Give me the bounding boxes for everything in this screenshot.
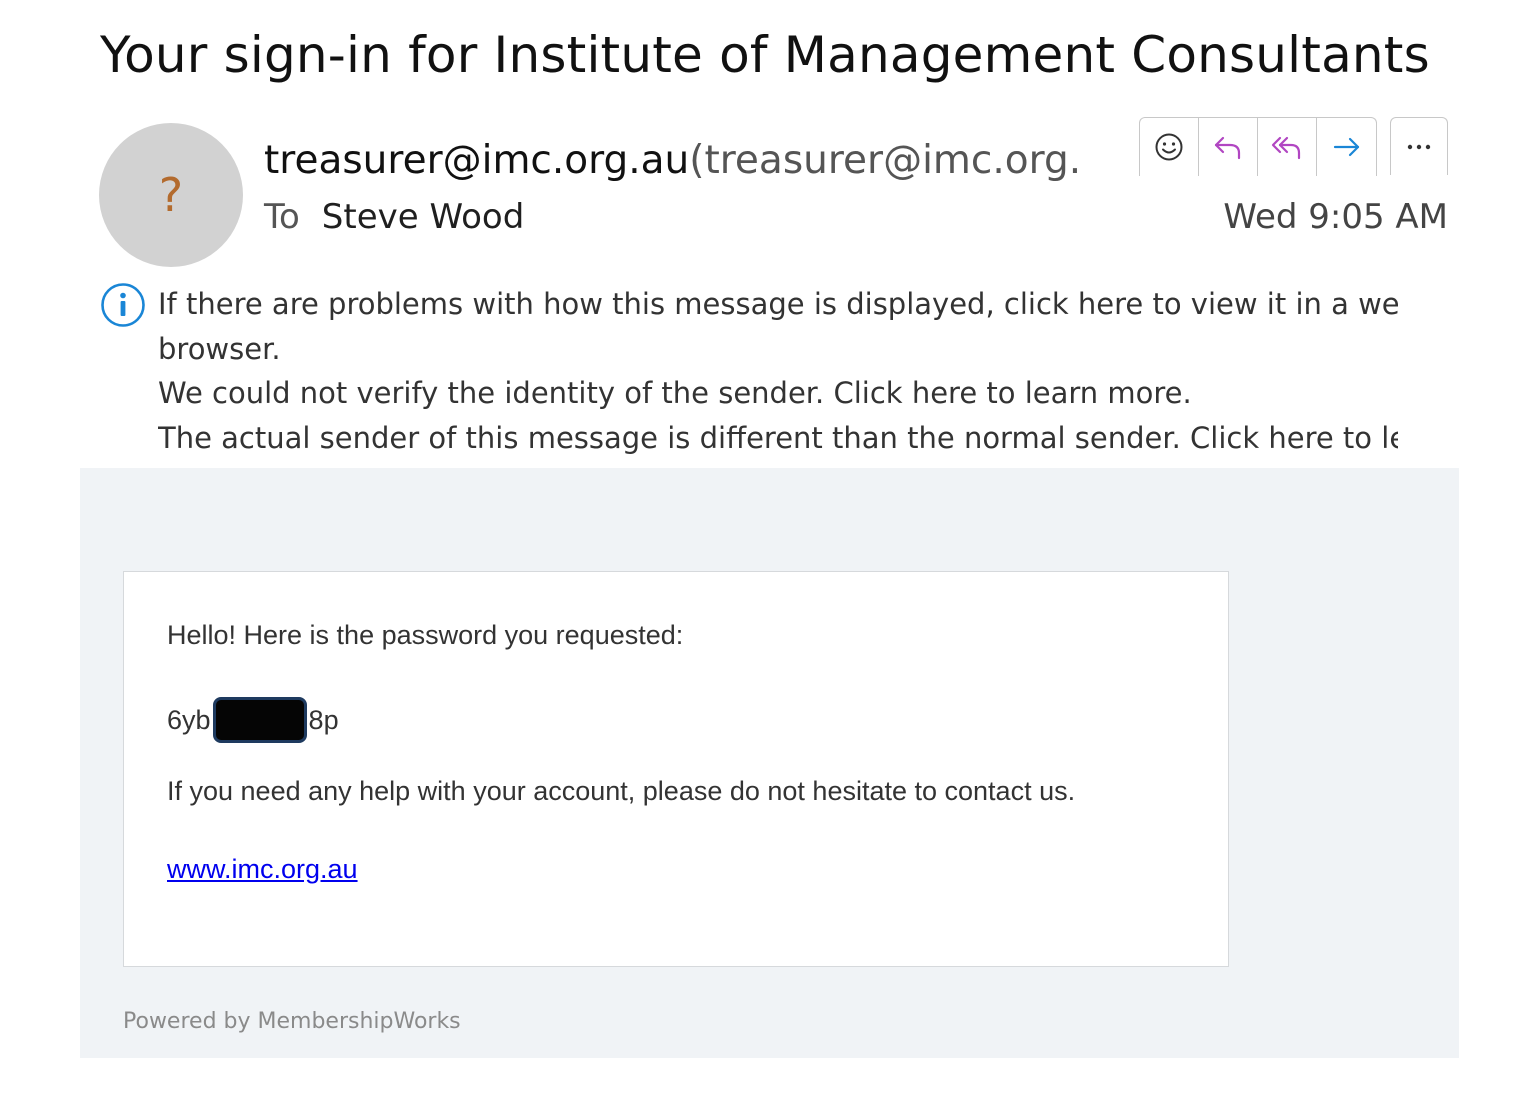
website-link[interactable]: www.imc.org.au — [167, 854, 358, 885]
info-icon — [101, 283, 145, 327]
recipient-name[interactable]: Steve Wood — [322, 197, 525, 237]
info-bar: If there are problems with how this mess… — [158, 282, 1398, 460]
sender-name[interactable]: treasurer@imc.org.au — [264, 138, 689, 183]
to-label: To — [264, 197, 300, 237]
forward-button[interactable] — [1317, 118, 1376, 176]
sender-line[interactable]: treasurer@imc.org.au(treasurer@imc.org. — [264, 138, 1079, 183]
reply-all-button[interactable] — [1258, 118, 1317, 176]
view-in-browser-notice-cont[interactable]: browser. — [158, 327, 1398, 372]
help-text: If you need any help with your account, … — [167, 776, 1076, 806]
reaction-button[interactable] — [1140, 118, 1199, 176]
avatar-placeholder-glyph: ? — [158, 168, 184, 222]
more-actions-button[interactable] — [1390, 117, 1448, 175]
smiley-icon — [1155, 133, 1183, 161]
more-icon — [1407, 144, 1431, 149]
reply-button[interactable] — [1199, 118, 1258, 176]
powered-by-footer: Powered by MembershipWorks — [123, 1009, 461, 1034]
redaction-box — [212, 697, 307, 743]
password-prefix: 6yb — [167, 704, 211, 735]
recipient-line: To Steve Wood — [264, 197, 524, 237]
different-sender-notice[interactable]: The actual sender of this message is dif… — [158, 416, 1398, 461]
sender-address: (treasurer@imc.org. — [689, 138, 1079, 183]
received-date: Wed 9:05 AM — [1223, 197, 1448, 237]
email-subject: Your sign-in for Institute of Management… — [100, 26, 1430, 84]
reply-icon — [1214, 136, 1241, 160]
password-suffix: 8p — [308, 704, 339, 735]
sender-avatar[interactable]: ? — [99, 123, 243, 267]
email-reading-pane: Your sign-in for Institute of Management… — [0, 0, 1536, 1105]
unverified-sender-notice[interactable]: We could not verify the identity of the … — [158, 371, 1398, 416]
message-body: Hello! Here is the password you requeste… — [80, 468, 1459, 1058]
reply-all-icon — [1271, 136, 1301, 160]
forward-icon — [1333, 137, 1359, 157]
message-card: Hello! Here is the password you requeste… — [123, 571, 1229, 967]
greeting-text: Hello! Here is the password you requeste… — [167, 620, 684, 650]
password-line: 6yb 8p — [167, 696, 339, 744]
message-action-bar — [1139, 117, 1377, 176]
view-in-browser-notice[interactable]: If there are problems with how this mess… — [158, 282, 1398, 327]
